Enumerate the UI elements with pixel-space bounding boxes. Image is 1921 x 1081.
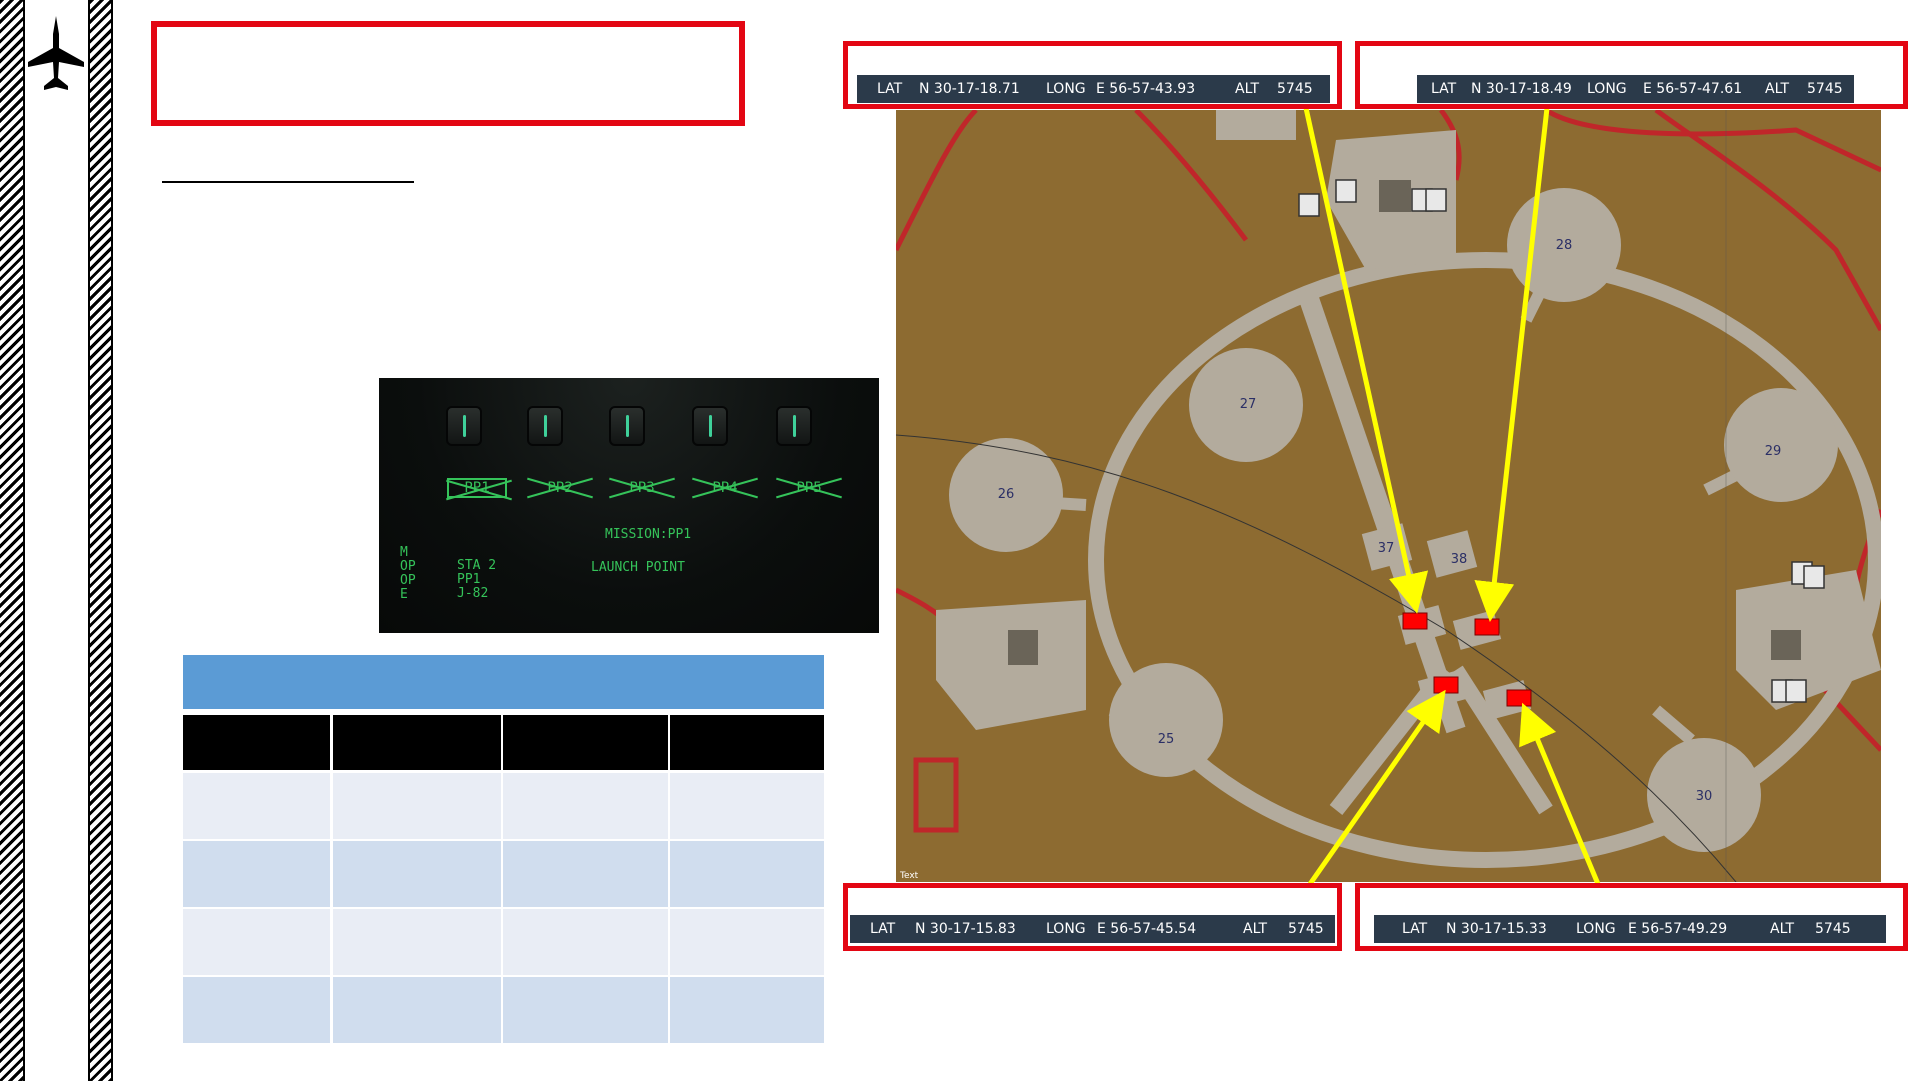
- long-value: E 56-57-47.61: [1643, 81, 1743, 97]
- alt-value: 5745: [1288, 921, 1324, 937]
- long-value: E 56-57-43.93: [1096, 81, 1196, 97]
- lat-label: LAT: [877, 81, 903, 97]
- long-label: LONG: [1576, 921, 1616, 937]
- lat-label: LAT: [870, 921, 896, 937]
- arrow-to-target-2: [1474, 107, 1550, 622]
- arrow-to-target-4: [1519, 702, 1601, 885]
- lat-label: LAT: [1431, 81, 1457, 97]
- alt-value: 5745: [1277, 81, 1313, 97]
- long-label: LONG: [1046, 921, 1086, 937]
- lat-label: LAT: [1402, 921, 1428, 937]
- alt-label: ALT: [1770, 921, 1795, 937]
- alt-value: 5745: [1815, 921, 1851, 937]
- long-value: E 56-57-49.29: [1628, 921, 1728, 937]
- coord-readout-1: LAT N 30-17-18.71 LONG E 56-57-43.93 ALT…: [857, 75, 1330, 103]
- coord-readout-3: LAT N 30-17-15.83 LONG E 56-57-45.54 ALT…: [850, 915, 1335, 943]
- arrow-to-target-1: [1303, 107, 1429, 614]
- lat-value: N 30-17-18.71: [919, 81, 1020, 97]
- coord-readout-2: LAT N 30-17-18.49 LONG E 56-57-47.61 ALT…: [1417, 75, 1854, 103]
- coord-readout-4: LAT N 30-17-15.33 LONG E 56-57-49.29 ALT…: [1374, 915, 1886, 943]
- long-value: E 56-57-45.54: [1097, 921, 1197, 937]
- arrow-to-target-3: [1307, 689, 1446, 886]
- lat-value: N 30-17-18.49: [1471, 81, 1572, 97]
- long-label: LONG: [1587, 81, 1627, 97]
- alt-label: ALT: [1243, 921, 1268, 937]
- lat-value: N 30-17-15.33: [1446, 921, 1547, 937]
- alt-label: ALT: [1235, 81, 1260, 97]
- alt-value: 5745: [1807, 81, 1843, 97]
- alt-label: ALT: [1765, 81, 1790, 97]
- long-label: LONG: [1046, 81, 1086, 97]
- lat-value: N 30-17-15.83: [915, 921, 1016, 937]
